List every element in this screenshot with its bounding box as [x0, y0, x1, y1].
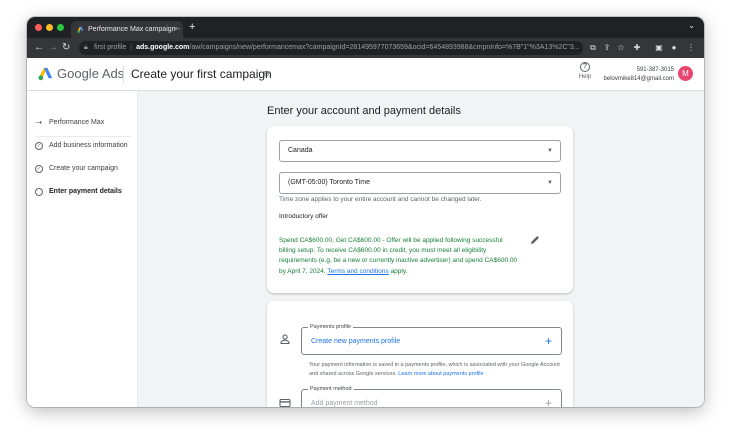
section-title: Enter your account and payment details	[267, 105, 461, 117]
sidebar-item-label: Add business information	[49, 142, 128, 149]
side-panel-icon[interactable]: ▣	[653, 42, 665, 54]
payment-card: Payments profile Create new payments pro…	[267, 301, 573, 407]
sidebar-item-create-campaign[interactable]: ✓ Create your campaign	[35, 162, 135, 176]
tab-title: Performance Max campaign -	[88, 26, 180, 33]
bookmark-star-icon[interactable]: ☆	[615, 42, 627, 54]
account-id: 591-387-3015	[636, 67, 674, 73]
lock-icon: 🔒︎	[84, 44, 88, 51]
sidebar-item-label: Enter payment details	[49, 188, 122, 195]
payments-profile-note: Your payment information is saved in a p…	[309, 361, 569, 378]
payment-method-field[interactable]: Payment method Add payment method +	[301, 385, 562, 407]
timezone-note: Time zone applies to your entire account…	[279, 196, 482, 203]
share-icon[interactable]: ⇪	[601, 42, 613, 54]
sidebar-item-label: Performance Max	[49, 119, 105, 126]
add-payment-method-placeholder: Add payment method	[311, 400, 378, 407]
add-icon[interactable]: +	[545, 396, 552, 407]
translate-icon[interactable]: ⧉	[587, 42, 599, 54]
new-tab-button[interactable]: +	[189, 20, 195, 35]
address-bar[interactable]: 🔒︎ first profile | ads.google.com/aw/campa…	[79, 41, 583, 55]
account-details-card: Canada ▼ (GMT-05:00) Toronto Time ▼ Time…	[267, 126, 573, 293]
payments-profile-field[interactable]: Payments profile Create new payments pro…	[301, 323, 562, 355]
google-ads-favicon-icon	[77, 26, 84, 33]
dropdown-arrow-icon: ▼	[547, 148, 553, 154]
tab-performance-max[interactable]: Performance Max campaign - ×	[71, 21, 183, 38]
url-host: ads.google.com	[136, 44, 190, 51]
offer-text: Spend CA$600.00, Get CA$600.00 - Offer w…	[279, 236, 519, 277]
forward-icon[interactable]: →	[48, 41, 58, 55]
country-value: Canada	[288, 147, 313, 154]
sidebar-item-performance-max[interactable]: ⇢ Performance Max	[35, 116, 135, 130]
introductory-offer-label: Introductory offer	[279, 213, 329, 220]
avatar[interactable]: M	[678, 66, 693, 81]
account-email: belovmike814@gmail.com	[603, 76, 674, 82]
account-info[interactable]: 591-387-3015 belovmike814@gmail.com	[604, 66, 674, 84]
zoom-window-button[interactable]	[57, 24, 64, 31]
payments-profile-legend: Payments profile	[308, 323, 353, 331]
terms-link[interactable]: Terms and conditions	[327, 268, 388, 275]
minimize-window-button[interactable]	[46, 24, 53, 31]
country-select[interactable]: Canada ▼	[279, 140, 561, 162]
link-icon[interactable]: ⊖	[263, 69, 270, 79]
profile-icon[interactable]: ●	[668, 42, 680, 54]
extensions-icon[interactable]: ✚	[631, 42, 643, 54]
payment-method-legend: Payment method	[308, 385, 354, 393]
profile-label: first profile	[94, 44, 127, 51]
arrow-icon: ⇢	[35, 118, 43, 127]
app-header: Google Ads Create your first campaign ⊖ …	[27, 58, 704, 91]
browser-menu-icon[interactable]: ⋮	[685, 42, 697, 54]
page-title: Create your first campaign	[131, 67, 272, 81]
learn-more-link[interactable]: Learn more about payments profile	[398, 371, 483, 377]
google-ads-logo-icon[interactable]	[38, 67, 53, 81]
offer-tail: apply.	[390, 267, 408, 275]
sidebar-item-payment-details[interactable]: Enter payment details	[35, 185, 135, 199]
add-icon[interactable]: +	[545, 334, 552, 348]
back-icon[interactable]: ←	[34, 41, 44, 55]
sidebar-item-business-info[interactable]: ✓ Add business information	[35, 139, 135, 153]
browser-window: Performance Max campaign - × + ⌄ ← → ↻ 🔒…	[27, 17, 704, 407]
sidebar-divider	[35, 136, 131, 137]
help-button[interactable]: ? Help	[576, 62, 594, 80]
credit-card-icon	[279, 398, 291, 407]
product-name: Google Ads	[57, 66, 125, 81]
help-icon: ?	[580, 62, 590, 72]
header-divider	[123, 66, 124, 83]
browser-toolbar: ← → ↻ 🔒︎ first profile | ads.google.com/aw…	[27, 38, 704, 58]
person-icon	[280, 334, 290, 345]
tab-close-icon[interactable]: ×	[174, 21, 178, 38]
check-circle-icon: ✓	[35, 165, 43, 173]
main-content: Enter your account and payment details C…	[138, 91, 704, 407]
url-path: /aw/campaigns/new/performancemax?campaig…	[189, 44, 580, 51]
timezone-select[interactable]: (GMT-05:00) Toronto Time ▼	[279, 172, 561, 194]
close-window-button[interactable]	[35, 24, 42, 31]
sidebar-item-label: Create your campaign	[49, 165, 118, 172]
tab-search-icon[interactable]: ⌄	[688, 21, 695, 30]
tab-strip: Performance Max campaign - × + ⌄	[27, 17, 704, 38]
reload-icon[interactable]: ↻	[62, 41, 70, 55]
create-payments-profile-link[interactable]: Create new payments profile	[311, 338, 400, 345]
timezone-value: (GMT-05:00) Toronto Time	[288, 179, 370, 186]
circle-icon	[35, 188, 43, 196]
campaign-steps-sidebar: ⇢ Performance Max ✓ Add business informa…	[27, 91, 138, 407]
check-circle-icon: ✓	[35, 142, 43, 150]
dropdown-arrow-icon: ▼	[547, 180, 553, 186]
edit-pencil-icon[interactable]	[529, 234, 541, 246]
help-label: Help	[578, 74, 592, 80]
